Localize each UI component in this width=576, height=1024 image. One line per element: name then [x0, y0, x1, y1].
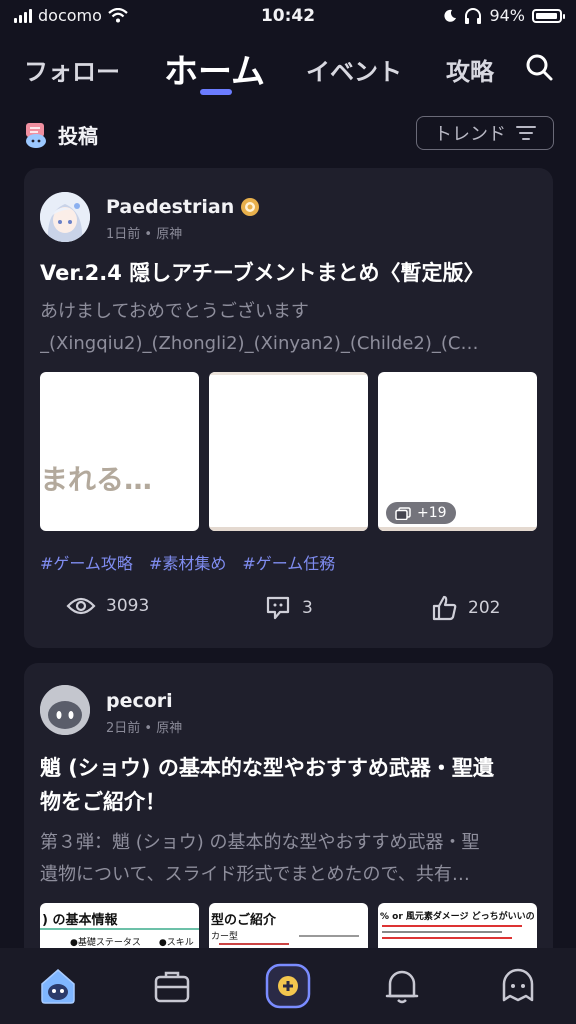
post-section-icon — [26, 123, 46, 148]
slide-line — [219, 943, 289, 945]
gallery-icon — [395, 506, 411, 520]
image-edge — [209, 372, 368, 375]
tab-guide[interactable]: 攻略 — [446, 52, 494, 87]
image-edge — [209, 527, 368, 531]
tag[interactable]: #素材集め — [149, 550, 226, 574]
slide-line — [299, 935, 359, 937]
tag[interactable]: #ゲーム任務 — [242, 550, 335, 574]
slide-line — [382, 931, 502, 933]
anime-avatar-icon — [40, 192, 90, 242]
notification-bell-icon[interactable] — [382, 966, 422, 1006]
more-images-badge: +19 — [386, 502, 456, 524]
bottom-tab-bar — [0, 948, 576, 1024]
ghost-avatar-icon — [40, 685, 90, 735]
post-image[interactable]: まれる… — [40, 372, 199, 531]
post-title[interactable]: Ver.2.4 隠しアチーブメントまとめ〈暫定版〉 — [40, 256, 537, 290]
profile-icon[interactable] — [498, 966, 538, 1006]
toolbox-icon[interactable] — [152, 966, 192, 1006]
post-card[interactable]: Paedestrian 1日前 • 原神 Ver.2.4 隠しアチーブメントまと… — [24, 168, 553, 648]
slide-heading: ) の基本情報 — [42, 913, 118, 928]
search-icon[interactable] — [524, 52, 554, 82]
tab-event[interactable]: イベント — [306, 52, 402, 87]
likes-value: 202 — [468, 598, 501, 618]
like-count[interactable]: 202 — [430, 594, 500, 622]
slide-subtext: カー型 — [211, 932, 239, 942]
post-excerpt: 第３弾：魈 (ショウ) の基本的な型やおすすめ武器・聖 遺物について、スライド形… — [40, 827, 537, 891]
filter-icon — [516, 126, 536, 140]
excerpt-line: 遺物について、スライド形式でまとめたので、共有… — [40, 864, 470, 885]
create-post-icon[interactable] — [264, 962, 312, 1010]
author-avatar[interactable] — [40, 192, 90, 242]
moon-icon — [444, 9, 457, 22]
excerpt-line: 第３弾：魈 (ショウ) の基本的な型やおすすめ武器・聖 — [40, 832, 480, 853]
status-bar: docomo 10:42 94% — [0, 0, 576, 34]
trend-sort-button[interactable]: トレンド — [416, 116, 554, 150]
section-title: 投稿 — [58, 124, 98, 148]
battery-percent: 94% — [489, 6, 525, 25]
title-line: 物をご紹介！ — [40, 790, 166, 814]
views-value: 3093 — [106, 596, 150, 616]
post-meta: 1日前 • 原神 — [106, 227, 183, 242]
slide-line — [382, 937, 512, 939]
more-count: +19 — [417, 505, 447, 521]
slide-rule — [40, 928, 199, 930]
tag[interactable]: #ゲーム攻略 — [40, 550, 133, 574]
title-line: 魈 (ショウ) の基本的な型やおすすめ武器・聖遺 — [40, 756, 494, 780]
excerpt-line: _(Xingqiu2)_(Zhongli2)_(Xinyan2)_(Childe… — [40, 333, 479, 354]
comment-count[interactable]: 3 — [264, 594, 313, 622]
comment-icon — [266, 596, 290, 620]
image-caption-text: まれる… — [40, 463, 153, 496]
posts-section-header: 投稿 トレンド — [24, 116, 554, 154]
post-image[interactable] — [209, 372, 368, 531]
slide-heading: 型のご紹介 — [211, 913, 277, 928]
top-nav: フォロー ホーム イベント 攻略 — [0, 44, 576, 100]
status-right: 94% — [443, 6, 565, 25]
slide-line — [382, 925, 522, 927]
author-row: Paedestrian — [106, 196, 260, 218]
author-avatar[interactable] — [40, 685, 90, 735]
post-meta: 2日前 • 原神 — [106, 721, 183, 736]
tag-list: #ゲーム攻略 #素材集め #ゲーム任務 — [40, 550, 335, 574]
battery-icon — [532, 8, 565, 23]
author-row: pecori — [106, 690, 173, 712]
trend-label: トレンド — [434, 124, 506, 145]
post-title[interactable]: 魈 (ショウ) の基本的な型やおすすめ武器・聖遺 物をご紹介！ — [40, 751, 537, 819]
thumbs-up-icon — [432, 595, 457, 621]
excerpt-line: あけましておめでとうございます — [40, 301, 309, 322]
home-icon[interactable] — [38, 966, 78, 1006]
eye-icon — [66, 597, 96, 615]
tab-follow[interactable]: フォロー — [24, 52, 120, 87]
verified-badge-icon — [241, 198, 260, 216]
active-tab-indicator — [200, 89, 232, 95]
post-image[interactable]: +19 — [378, 372, 537, 531]
author-name[interactable]: Paedestrian — [106, 196, 234, 218]
author-name[interactable]: pecori — [106, 690, 173, 712]
slide-heading: % or 風元素ダメージ どっちがいいのか問題 — [380, 912, 535, 922]
headphones-icon — [465, 7, 482, 24]
view-count: 3093 — [66, 596, 149, 616]
post-excerpt: あけましておめでとうございます _(Xingqiu2)_(Zhongli2)_(… — [40, 296, 537, 360]
slide-subtext: ●基礎ステータス ●スキル — [70, 938, 194, 948]
tab-home[interactable]: ホーム — [164, 44, 265, 93]
image-edge — [378, 527, 537, 531]
comments-value: 3 — [302, 598, 313, 618]
